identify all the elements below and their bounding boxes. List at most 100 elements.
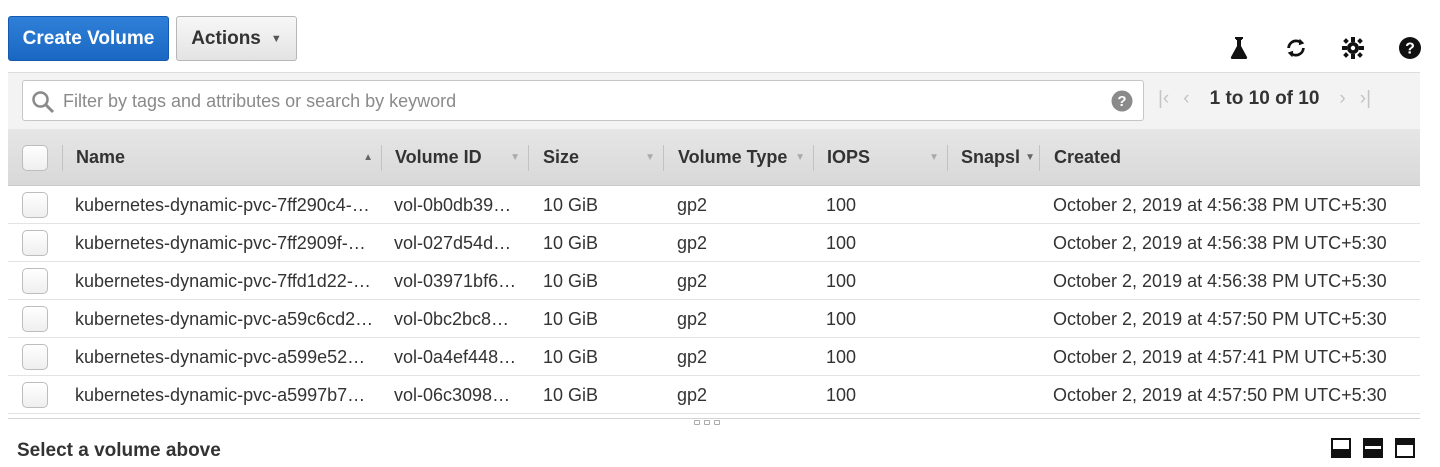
- drag-handle-icon[interactable]: [694, 420, 720, 425]
- sort-icon: ▼: [929, 152, 939, 163]
- column-separator: [528, 145, 529, 171]
- cell-size: 10 GiB: [543, 347, 599, 367]
- search-icon: [31, 90, 55, 119]
- cell-name: kubernetes-dynamic-pvc-7ffd1d22-…: [75, 271, 371, 291]
- cell-volume-type: gp2: [677, 385, 708, 405]
- cell-created: October 2, 2019 at 4:56:38 PM UTC+5:30: [1053, 195, 1387, 215]
- cell-volume-id: vol-0bc2bc8…: [394, 309, 510, 329]
- cell-size: 10 GiB: [543, 271, 599, 291]
- cell-name: kubernetes-dynamic-pvc-a599e52…: [75, 347, 366, 367]
- search-help-icon[interactable]: ?: [1111, 90, 1133, 117]
- cell-volume-id: vol-03971bf6…: [394, 271, 517, 291]
- help-icon[interactable]: ?: [1398, 36, 1422, 60]
- layout-top-icon[interactable]: [1395, 438, 1415, 458]
- refresh-icon[interactable]: [1284, 36, 1308, 60]
- cell-volume-id: vol-0a4ef448…: [394, 347, 517, 367]
- row-checkbox[interactable]: [22, 344, 48, 370]
- row-checkbox[interactable]: [22, 268, 48, 294]
- table-row[interactable]: kubernetes-dynamic-pvc-7ff2909f-… vol-02…: [8, 224, 1420, 262]
- cell-created: October 2, 2019 at 4:56:38 PM UTC+5:30: [1053, 271, 1387, 291]
- cell-snapshot: [961, 338, 1031, 376]
- cell-snapshot: [961, 186, 1031, 224]
- cell-iops: 100: [826, 233, 857, 253]
- cell-volume-type: gp2: [677, 195, 708, 215]
- column-label: IOPS: [827, 147, 871, 167]
- column-label: Volume Type: [678, 147, 788, 167]
- search-input[interactable]: Filter by tags and attributes or search …: [22, 80, 1144, 121]
- column-header-snapshot[interactable]: Snapsl ▼: [961, 129, 1039, 186]
- pager-count: 1 to 10 of 10: [1209, 88, 1320, 109]
- layout-split-icon[interactable]: [1363, 438, 1383, 458]
- cell-created: October 2, 2019 at 4:57:50 PM UTC+5:30: [1053, 309, 1387, 329]
- cell-iops: 100: [826, 347, 857, 367]
- table-row[interactable]: kubernetes-dynamic-pvc-a599e52… vol-0a4e…: [8, 338, 1420, 376]
- svg-text:?: ?: [1117, 93, 1126, 110]
- column-label: Size: [543, 147, 580, 167]
- pagination: |‹ ‹ 1 to 10 of 10 › ›|: [1158, 88, 1371, 110]
- gear-icon[interactable]: [1341, 36, 1365, 60]
- first-page-icon[interactable]: |‹: [1158, 88, 1169, 110]
- column-label: Created: [1054, 147, 1122, 167]
- cell-created: October 2, 2019 at 4:57:41 PM UTC+5:30: [1053, 347, 1387, 367]
- column-header-iops[interactable]: IOPS ▼: [827, 129, 947, 186]
- table-row[interactable]: kubernetes-dynamic-pvc-a59c6cd2… vol-0bc…: [8, 300, 1420, 338]
- top-toolbar: Create Volume Actions ▼ ?: [0, 0, 1440, 72]
- sort-icon: ▼: [645, 152, 655, 163]
- cell-snapshot: [961, 300, 1031, 338]
- select-all-checkbox[interactable]: [22, 145, 48, 171]
- cell-snapshot: [961, 262, 1031, 300]
- svg-text:?: ?: [1405, 41, 1415, 58]
- cell-iops: 100: [826, 309, 857, 329]
- cell-iops: 100: [826, 385, 857, 405]
- last-page-icon[interactable]: ›|: [1360, 88, 1371, 110]
- column-label: Snapsl: [961, 147, 1021, 167]
- beaker-icon[interactable]: [1227, 36, 1251, 60]
- cell-volume-type: gp2: [677, 309, 708, 329]
- column-separator: [62, 145, 63, 171]
- cell-size: 10 GiB: [543, 195, 599, 215]
- actions-dropdown-button[interactable]: Actions ▼: [176, 16, 297, 61]
- table-row[interactable]: kubernetes-dynamic-pvc-7ff290c4-… vol-0b…: [8, 186, 1420, 224]
- cell-name: kubernetes-dynamic-pvc-a5997b7…: [75, 385, 366, 405]
- column-header-created[interactable]: Created: [1054, 129, 1354, 186]
- row-checkbox[interactable]: [22, 192, 48, 218]
- column-separator: [663, 145, 664, 171]
- column-label: Volume ID: [395, 147, 482, 167]
- cell-volume-type: gp2: [677, 347, 708, 367]
- next-page-icon[interactable]: ›: [1339, 88, 1345, 110]
- row-checkbox[interactable]: [22, 230, 48, 256]
- cell-size: 10 GiB: [543, 385, 599, 405]
- column-header-size[interactable]: Size ▼: [543, 129, 663, 186]
- table-row[interactable]: kubernetes-dynamic-pvc-a5997b7… vol-06c3…: [8, 376, 1420, 414]
- create-volume-button[interactable]: Create Volume: [8, 16, 169, 61]
- selection-message: Select a volume above: [17, 440, 221, 461]
- sort-asc-icon: ▲: [363, 152, 373, 163]
- row-checkbox[interactable]: [22, 306, 48, 332]
- table-header: Name ▲ Volume ID ▼ Size ▼ Volume Type ▼ IOPS…: [8, 129, 1420, 186]
- column-label: Name: [76, 147, 126, 167]
- table-row[interactable]: kubernetes-dynamic-pvc-7ffd1d22-… vol-03…: [8, 262, 1420, 300]
- column-header-name[interactable]: Name ▲: [76, 129, 381, 186]
- actions-label: Actions: [191, 27, 261, 49]
- prev-page-icon[interactable]: ‹: [1183, 88, 1189, 110]
- cell-name: kubernetes-dynamic-pvc-7ff2909f-…: [75, 233, 366, 253]
- column-header-volume-type[interactable]: Volume Type ▼: [678, 129, 813, 186]
- cell-size: 10 GiB: [543, 309, 599, 329]
- layout-toggle-group: [1331, 438, 1415, 458]
- details-panel: Select a volume above: [0, 426, 1440, 467]
- cell-size: 10 GiB: [543, 233, 599, 253]
- column-separator: [381, 145, 382, 171]
- cell-volume-type: gp2: [677, 233, 708, 253]
- cell-volume-id: vol-027d54d…: [394, 233, 512, 253]
- cell-name: kubernetes-dynamic-pvc-7ff290c4-…: [75, 195, 370, 215]
- layout-bottom-icon[interactable]: [1331, 438, 1351, 458]
- sort-icon: ▼: [795, 152, 805, 163]
- column-separator: [813, 145, 814, 171]
- filter-bar: Filter by tags and attributes or search …: [8, 73, 1420, 129]
- column-header-volume-id[interactable]: Volume ID ▼: [395, 129, 528, 186]
- volumes-table: Name ▲ Volume ID ▼ Size ▼ Volume Type ▼ IOPS…: [8, 129, 1420, 418]
- row-checkbox[interactable]: [22, 382, 48, 408]
- search-placeholder: Filter by tags and attributes or search …: [63, 91, 457, 111]
- cell-volume-type: gp2: [677, 271, 708, 291]
- cell-volume-id: vol-06c3098…: [394, 385, 511, 405]
